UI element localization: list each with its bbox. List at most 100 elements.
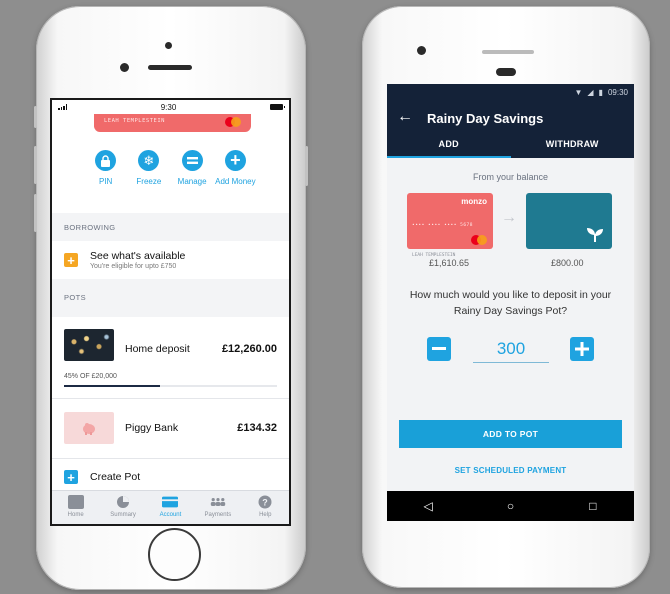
front-sensor — [120, 63, 129, 72]
account-header: LEAH TEMPLESTEIN PIN ❄ Freeze Manage + A… — [52, 114, 289, 213]
pots-section-title: POTS — [64, 293, 87, 302]
create-pot-label: Create Pot — [90, 471, 141, 483]
iphone-device: 9:30 LEAH TEMPLESTEIN PIN ❄ Freeze Manag… — [34, 6, 308, 590]
borrowing-subtitle: You're eligible for upto £750 — [90, 263, 177, 270]
speaker-grille — [148, 65, 192, 70]
pot-piggy-bank[interactable]: Piggy Bank £134.32 — [52, 399, 289, 459]
pot-progress-bar — [64, 385, 277, 387]
plus-icon — [575, 342, 589, 356]
nav-recents-icon[interactable]: □ — [583, 499, 603, 513]
pin-button[interactable]: PIN — [84, 150, 127, 186]
plus-icon: + — [224, 150, 246, 171]
pot-balance: £800.00 — [551, 258, 584, 268]
status-bar: ▼ ◢ ▮ 09:30 — [387, 84, 634, 100]
add-money-label: Add Money — [215, 177, 256, 186]
deposit-question: How much would you like to deposit in yo… — [409, 289, 612, 317]
freeze-button[interactable]: ❄ Freeze — [127, 150, 170, 186]
borrowing-row[interactable]: + See what's available You're eligible f… — [52, 241, 289, 279]
people-icon — [210, 495, 226, 509]
signal-icon — [58, 104, 67, 110]
tab-withdraw[interactable]: WITHDRAW — [511, 132, 635, 158]
wifi-icon: ▼ — [574, 87, 583, 97]
home-button[interactable] — [148, 528, 201, 581]
add-money-button[interactable]: + Add Money — [214, 150, 257, 186]
tab-label: Help — [259, 512, 272, 518]
speaker-grille — [482, 50, 534, 54]
pot-home-deposit[interactable]: Home deposit £12,260.00 45% OF £20,000 — [52, 317, 289, 399]
tab-label: Summary — [110, 512, 136, 518]
svg-text:?: ? — [263, 498, 269, 508]
tab-add[interactable]: ADD — [387, 132, 511, 158]
manage-label: Manage — [177, 177, 207, 186]
navigation-bar: ◁ ○ □ — [387, 491, 634, 521]
tab-label: Payments — [204, 512, 232, 518]
amount-stepper — [387, 335, 634, 369]
battery-icon — [269, 104, 285, 110]
tab-account[interactable]: Account — [148, 495, 192, 524]
volume-down-button — [34, 194, 37, 232]
mute-switch — [34, 106, 37, 128]
amount-input[interactable] — [473, 335, 549, 363]
minus-icon — [432, 347, 446, 350]
battery-icon: ▮ — [598, 87, 603, 97]
help-icon: ? — [257, 495, 273, 509]
home-deposit-thumbnail — [64, 329, 114, 361]
pot-progress-fill — [64, 385, 160, 387]
plant-icon — [587, 228, 603, 242]
tab-home[interactable]: Home — [54, 495, 98, 524]
set-scheduled-payment-link[interactable]: SET SCHEDULED PAYMENT — [387, 466, 634, 475]
piggy-bank-thumbnail — [64, 412, 114, 444]
balances-row: £1,610.65 £800.00 — [387, 253, 634, 271]
debit-card[interactable]: LEAH TEMPLESTEIN — [94, 114, 251, 132]
tab-label: Home — [67, 512, 84, 518]
add-to-pot-button[interactable]: ADD TO POT — [399, 420, 622, 448]
create-pot-plus-icon: + — [64, 470, 78, 484]
tab-label: Account — [159, 512, 182, 518]
mastercard-logo-icon — [471, 235, 487, 245]
card-number: •••• •••• •••• 5678 — [412, 223, 473, 228]
from-balance-label: From your balance — [472, 172, 549, 182]
status-time: 09:30 — [607, 87, 628, 97]
borrowing-section-title: BORROWING — [64, 223, 116, 232]
nav-home-icon[interactable]: ○ — [500, 499, 520, 513]
power-button — [305, 146, 308, 186]
borrow-plus-icon: + — [64, 253, 78, 267]
status-bar: 9:30 — [52, 100, 289, 114]
tab-bar: Home Summary Account Payments ? Help — [52, 490, 289, 524]
tab-help[interactable]: ? Help — [243, 495, 287, 524]
pot-value: £12,260.00 — [221, 343, 277, 355]
mastercard-logo-icon — [225, 117, 241, 127]
card-holder-name: LEAH TEMPLESTEIN — [104, 118, 165, 124]
camera-icon — [165, 42, 172, 49]
decrement-button[interactable] — [427, 337, 451, 361]
source-card: monzo •••• •••• •••• 5678 LEAH TEMPLESTE… — [407, 193, 493, 258]
pot-value: £134.32 — [237, 422, 277, 434]
android-screen: ▼ ◢ ▮ 09:30 ← Rainy Day Savings ADD WITH… — [387, 84, 634, 521]
ios-screen: 9:30 LEAH TEMPLESTEIN PIN ❄ Freeze Manag… — [50, 98, 291, 526]
pot-progress-label: 45% OF £20,000 — [64, 373, 117, 380]
manage-button[interactable]: Manage — [171, 150, 214, 186]
pie-chart-icon — [115, 495, 131, 509]
nav-back-icon[interactable]: ◁ — [418, 499, 438, 513]
tab-payments[interactable]: Payments — [196, 495, 240, 524]
card-icon — [162, 495, 179, 509]
back-arrow-icon[interactable]: ← — [397, 109, 413, 125]
volume-up-button — [34, 146, 37, 184]
source-balance: £1,610.65 — [429, 258, 470, 268]
pin-label: PIN — [98, 177, 113, 186]
destination-pot-card — [526, 193, 612, 249]
tab-summary[interactable]: Summary — [101, 495, 145, 524]
pot-name: Home deposit — [125, 343, 190, 355]
snowflake-icon: ❄ — [138, 150, 160, 171]
lock-icon — [95, 150, 117, 171]
android-device: ▼ ◢ ▮ 09:30 ← Rainy Day Savings ADD WITH… — [362, 6, 650, 588]
freeze-label: Freeze — [136, 177, 162, 186]
manage-icon — [181, 150, 203, 171]
home-icon — [67, 495, 84, 509]
arrow-right-icon: → — [501, 209, 517, 226]
borrowing-title: See what's available — [90, 250, 186, 262]
app-bar: ← Rainy Day Savings ADD WITHDRAW — [387, 100, 634, 158]
signal-icon: ◢ — [587, 87, 594, 97]
increment-button[interactable] — [570, 337, 594, 361]
camera-icon — [417, 46, 426, 55]
